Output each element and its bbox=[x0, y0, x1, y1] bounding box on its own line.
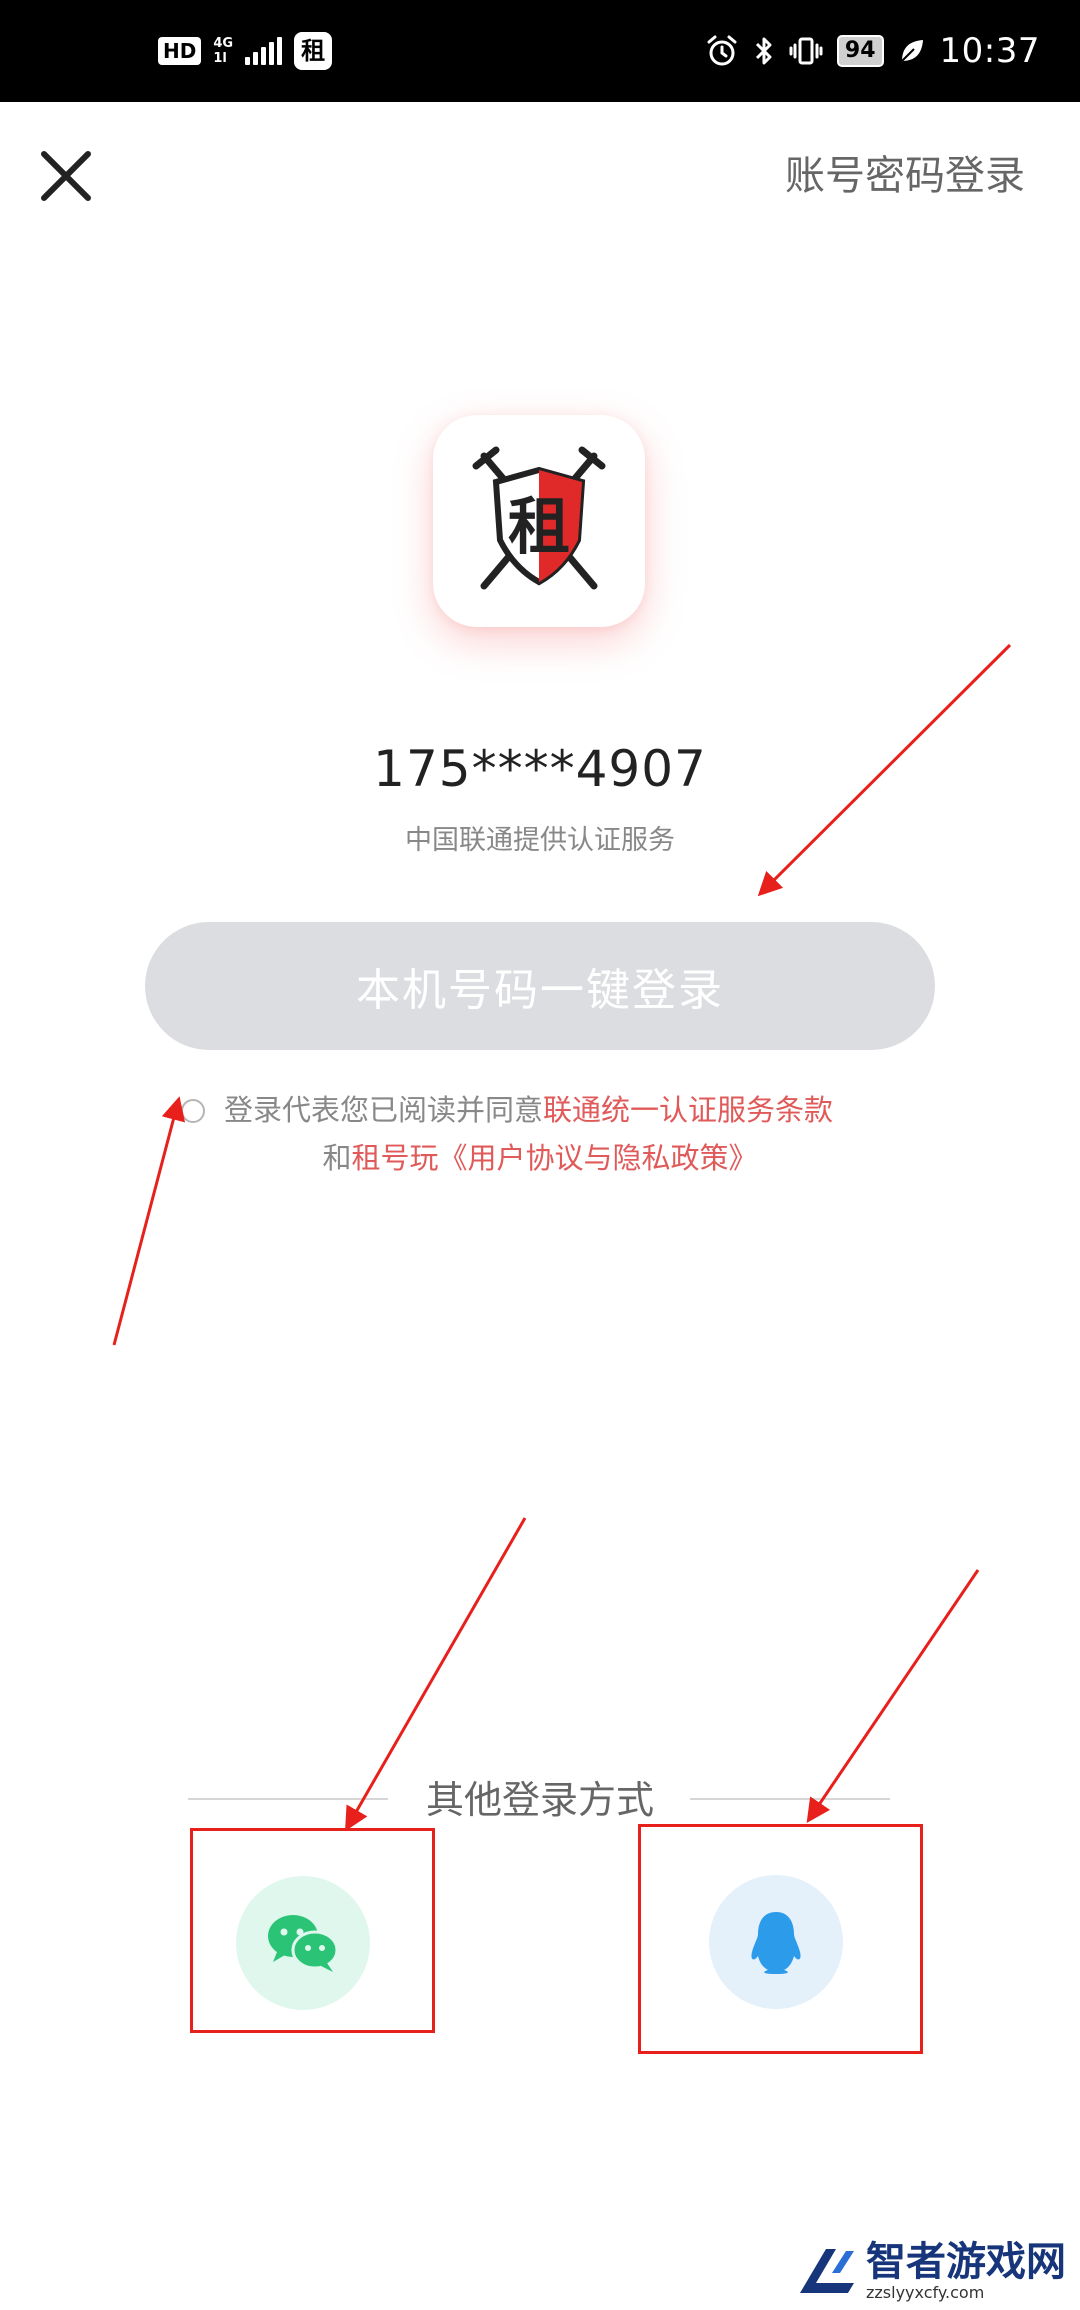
watermark-url: zzslyyxcfy.com bbox=[866, 2283, 985, 2302]
watermark-text: 智者游戏网 zzslyyxcfy.com bbox=[866, 2240, 1066, 2302]
annotation-arrow-button bbox=[757, 643, 1012, 897]
annotation-arrow-checkbox bbox=[112, 1096, 186, 1346]
watermark-logo-icon bbox=[800, 2249, 854, 2293]
annotation-arrows bbox=[112, 643, 1012, 1832]
site-watermark: 智者游戏网 zzslyyxcfy.com bbox=[796, 2240, 1066, 2302]
annotation-arrow-qq bbox=[806, 1569, 980, 1823]
watermark-title: 智者游戏网 bbox=[866, 2239, 1066, 2285]
annotation-arrow-wechat bbox=[345, 1517, 527, 1832]
